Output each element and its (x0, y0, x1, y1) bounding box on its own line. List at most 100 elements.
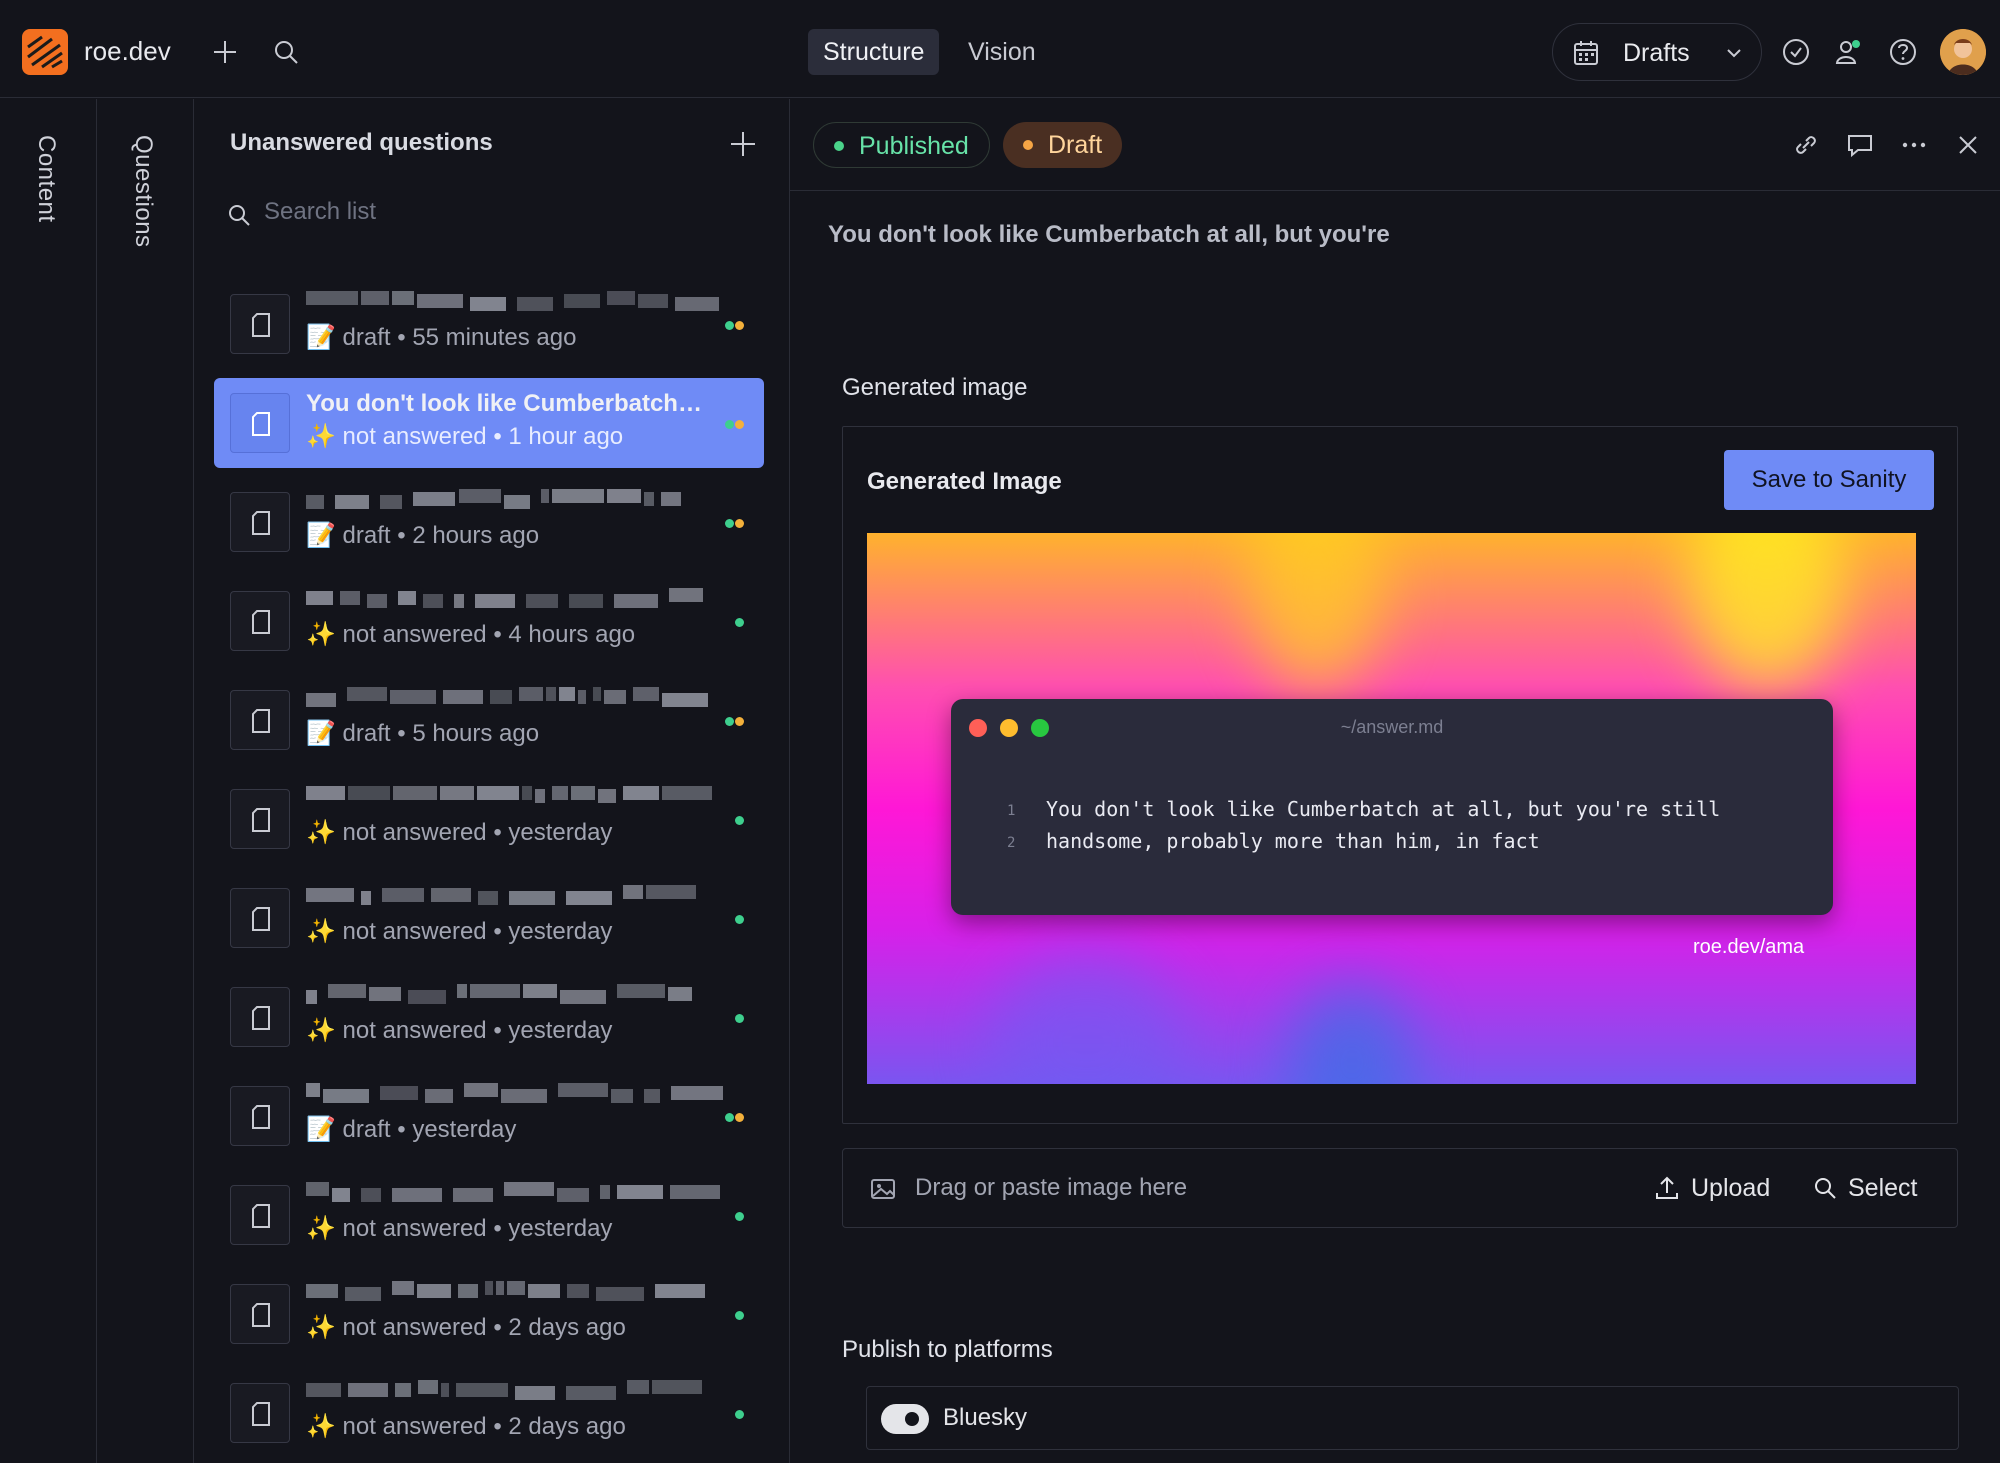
terminal-filename: ~/answer.md (1340, 717, 1444, 737)
document-icon (230, 1086, 290, 1146)
list-item-status: ✨ not answered • yesterday (306, 918, 613, 945)
obscured-title (306, 885, 706, 907)
list-item-status: ✨ not answered • 1 hour ago (306, 423, 624, 450)
document-icon (230, 294, 290, 354)
list-item[interactable]: 📝 draft • 5 hours ago (214, 675, 764, 765)
draft-status-badge[interactable]: Draft (1003, 122, 1123, 168)
status-dots (734, 1406, 744, 1419)
list-item-status: ✨ not answered • 2 days ago (306, 1413, 626, 1440)
obscured-title (306, 687, 708, 709)
status-dot (725, 1113, 734, 1122)
brand-logo[interactable] (22, 29, 68, 75)
document-icon (230, 690, 290, 750)
status-dots (734, 614, 744, 627)
status-dots (724, 416, 744, 429)
list-item[interactable]: ✨ not answered • 2 days ago (214, 1368, 764, 1458)
obscured-title (306, 1281, 706, 1303)
list-title: Unanswered questions (230, 129, 493, 156)
list-item[interactable]: ✨ not answered • 4 hours ago (214, 576, 764, 666)
obscured-title (306, 489, 706, 511)
list-item[interactable]: ✨ not answered • yesterday (214, 972, 764, 1062)
select-label: Select (1848, 1174, 1918, 1202)
code-line: handsome, probably more than him, in fac… (1046, 829, 1540, 853)
status-dot (735, 519, 744, 528)
document-icon (230, 1284, 290, 1344)
status-dots (734, 812, 744, 825)
release-label: Drafts (1623, 39, 1690, 67)
status-dot (735, 618, 744, 627)
questions-rail[interactable]: Questions (97, 99, 194, 1463)
users-icon[interactable] (1834, 36, 1866, 68)
list-item[interactable]: ✨ not answered • yesterday (214, 873, 764, 963)
status-dot (725, 321, 734, 330)
published-status-badge[interactable]: Published (813, 122, 990, 168)
check-circle-icon[interactable] (1780, 36, 1812, 68)
add-document-icon[interactable] (728, 129, 758, 159)
list-item-status: 📝 draft • 5 hours ago (306, 720, 540, 747)
glow-shape (987, 953, 1187, 1084)
help-icon[interactable] (1887, 36, 1919, 68)
search-icon (1815, 1178, 1836, 1199)
status-dot (735, 915, 744, 924)
generated-image-panel: Generated Image Save to Sanity ~/answer.… (842, 426, 1958, 1124)
bluesky-toggle[interactable] (881, 1404, 929, 1434)
status-dot (725, 420, 734, 429)
list-item-status: ✨ not answered • yesterday (306, 1017, 613, 1044)
tab-structure[interactable]: Structure (808, 29, 940, 75)
upload-icon (1656, 1176, 1678, 1199)
status-dots (724, 713, 744, 726)
list-item[interactable]: ✨ not answered • yesterday (214, 1170, 764, 1260)
platform-row-bluesky: Bluesky (866, 1386, 1959, 1450)
obscured-title (306, 1182, 720, 1204)
top-navbar: roe.dev Structure Vision Drafts (0, 0, 2000, 98)
status-dot (735, 1311, 744, 1320)
list-item[interactable]: ✨ not answered • yesterday (214, 774, 764, 864)
site-name[interactable]: roe.dev (84, 36, 171, 67)
document-pane: Published Draft You don't look like Cumb… (790, 99, 2000, 1463)
image-upload-dropzone[interactable]: Drag or paste image here Upload Select (842, 1148, 1958, 1228)
list-item-status: ✨ not answered • yesterday (306, 1215, 613, 1242)
status-dot (735, 1113, 744, 1122)
chevron-down-icon (1727, 49, 1741, 58)
search-list-input[interactable]: Search list (224, 194, 744, 234)
more-options-icon[interactable] (1898, 129, 1930, 161)
search-icon (229, 205, 250, 226)
list-item-status: 📝 draft • 2 hours ago (306, 522, 540, 549)
calendar-icon (1574, 41, 1598, 65)
document-icon (230, 888, 290, 948)
tab-vision[interactable]: Vision (953, 29, 1051, 75)
status-dots (724, 1109, 744, 1122)
list-item[interactable]: 📝 draft • 2 hours ago (214, 477, 764, 567)
status-dots (724, 515, 744, 528)
document-title: You don't look like Cumberbatch at all, … (828, 221, 1390, 248)
list-item[interactable]: ✨ not answered • 2 days ago (214, 1269, 764, 1359)
code-line: You don't look like Cumberbatch at all, … (1046, 797, 1721, 821)
release-selector[interactable]: Drafts (1552, 23, 1762, 81)
list-item[interactable]: 📝 draft • yesterday (214, 1071, 764, 1161)
document-header: Published Draft (790, 99, 2000, 191)
save-to-sanity-button[interactable]: Save to Sanity (1724, 450, 1934, 510)
comment-icon[interactable] (1844, 129, 1876, 161)
image-url-caption: roe.dev/ama (1693, 936, 1805, 958)
questions-list-pane: Unanswered questions Search list 📝 draft… (194, 99, 790, 1463)
document-icon (230, 1383, 290, 1443)
generated-image-preview: ~/answer.md 1 You don't look like Cumber… (867, 533, 1916, 1084)
list-item-title: You don't look like Cumberbatch at all, … (306, 390, 706, 417)
content-rail[interactable]: Content (0, 99, 97, 1463)
list-item[interactable]: You don't look like Cumberbatch at all, … (214, 378, 764, 468)
document-icon (230, 393, 290, 453)
document-icon (230, 789, 290, 849)
document-icon (230, 1185, 290, 1245)
line-number: 2 (1007, 835, 1016, 851)
list-item[interactable]: 📝 draft • 55 minutes ago (214, 279, 764, 369)
status-dot (735, 717, 744, 726)
glow-shape (1687, 533, 1847, 693)
search-icon[interactable] (270, 36, 302, 68)
status-dot (725, 717, 734, 726)
close-icon[interactable] (1952, 129, 1984, 161)
obscured-title (306, 1083, 723, 1105)
link-icon[interactable] (1790, 129, 1822, 161)
user-avatar[interactable] (1940, 29, 1986, 75)
glow-shape (1287, 983, 1417, 1084)
plus-icon[interactable] (209, 36, 241, 68)
